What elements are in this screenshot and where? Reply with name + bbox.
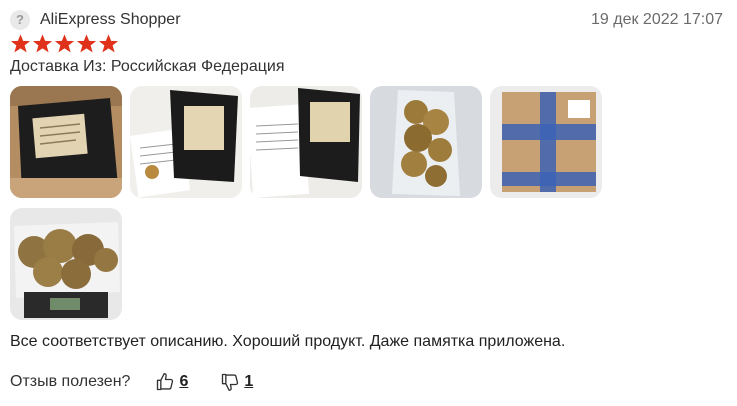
photo-shipping-box-taped-icon bbox=[490, 86, 602, 198]
helpful-row: Отзыв полезен? 6 1 bbox=[10, 372, 253, 392]
dislike-count: 1 bbox=[244, 373, 254, 390]
review-text: Все соответствует описанию. Хороший прод… bbox=[10, 333, 566, 350]
author-name: AliExpress Shopper bbox=[40, 11, 181, 28]
star-icon bbox=[98, 34, 119, 53]
review-photo-1[interactable] bbox=[10, 86, 122, 198]
helpful-question: Отзыв полезен? bbox=[10, 373, 131, 390]
review-photo-4[interactable] bbox=[370, 86, 482, 198]
photo-bag-on-scale-icon bbox=[10, 208, 122, 320]
star-icon bbox=[76, 34, 97, 53]
star-icon bbox=[54, 34, 75, 53]
thumbs-down-icon bbox=[222, 373, 239, 391]
dislike-button[interactable]: 1 bbox=[220, 372, 253, 392]
review-photo-3[interactable] bbox=[250, 86, 362, 198]
review-photo-6[interactable] bbox=[10, 208, 122, 320]
photo-black-pouch-with-letter-icon bbox=[250, 86, 362, 198]
star-icon bbox=[32, 34, 53, 53]
photo-dried-slices-in-bag-icon bbox=[370, 86, 482, 198]
like-count: 6 bbox=[179, 373, 189, 390]
photo-black-pouch-in-box-icon bbox=[10, 86, 122, 198]
star-icon bbox=[10, 34, 31, 53]
like-button[interactable]: 6 bbox=[155, 372, 188, 392]
review-photo-5[interactable] bbox=[490, 86, 602, 198]
thumbs-up-icon bbox=[157, 373, 174, 391]
shipping-origin: Доставка Из: Российская Федерация bbox=[10, 58, 285, 75]
star-rating bbox=[10, 33, 119, 54]
author-avatar: ? bbox=[10, 10, 30, 30]
review-photo-2[interactable] bbox=[130, 86, 242, 198]
photo-black-pouch-with-note-icon bbox=[130, 86, 242, 198]
review-date: 19 дек 2022 17:07 bbox=[591, 11, 723, 28]
